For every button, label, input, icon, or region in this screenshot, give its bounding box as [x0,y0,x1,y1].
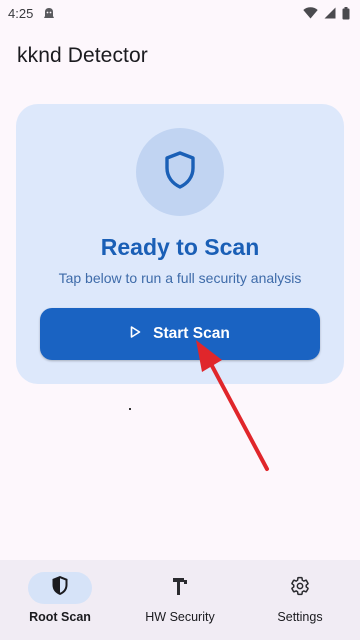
notification-icon [43,7,55,20]
nav-pill-hw-security [148,572,212,604]
card-heading: Ready to Scan [100,234,260,260]
wifi-icon [303,7,318,19]
gear-icon [290,576,310,601]
app-bar: kknd Detector [0,26,360,86]
status-bar: 4:25 [0,0,360,26]
hammer-icon [171,576,189,601]
nav-label-hw-security: HW Security [145,610,215,624]
battery-icon [342,6,350,20]
nav-pill-settings [268,572,332,604]
status-right [303,6,350,20]
start-scan-label: Start Scan [153,325,230,342]
shield-icon [163,150,197,195]
start-scan-button[interactable]: Start Scan [40,308,320,360]
nav-item-root-scan[interactable]: Root Scan [0,560,120,640]
shield-filled-icon [51,575,69,601]
app-title: kknd Detector [17,44,148,67]
scan-card: Ready to Scan Tap below to run a full se… [16,104,344,384]
screen: 4:25 kknd Detector Ready to Scan Tap bel… [0,0,360,640]
status-time: 4:25 [8,5,34,21]
nav-label-settings: Settings [277,610,323,624]
nav-item-hw-security[interactable]: HW Security [120,560,240,640]
bottom-nav: Root Scan HW Security Settings [0,560,360,640]
nav-item-settings[interactable]: Settings [240,560,360,640]
signal-icon [324,7,336,19]
status-left: 4:25 [8,6,55,21]
nav-label-root-scan: Root Scan [29,610,91,624]
play-icon [130,325,141,343]
card-subtitle: Tap below to run a full security analysi… [58,270,302,286]
shield-badge [136,128,224,216]
stray-dot [129,408,131,410]
nav-pill-root-scan [28,572,92,604]
